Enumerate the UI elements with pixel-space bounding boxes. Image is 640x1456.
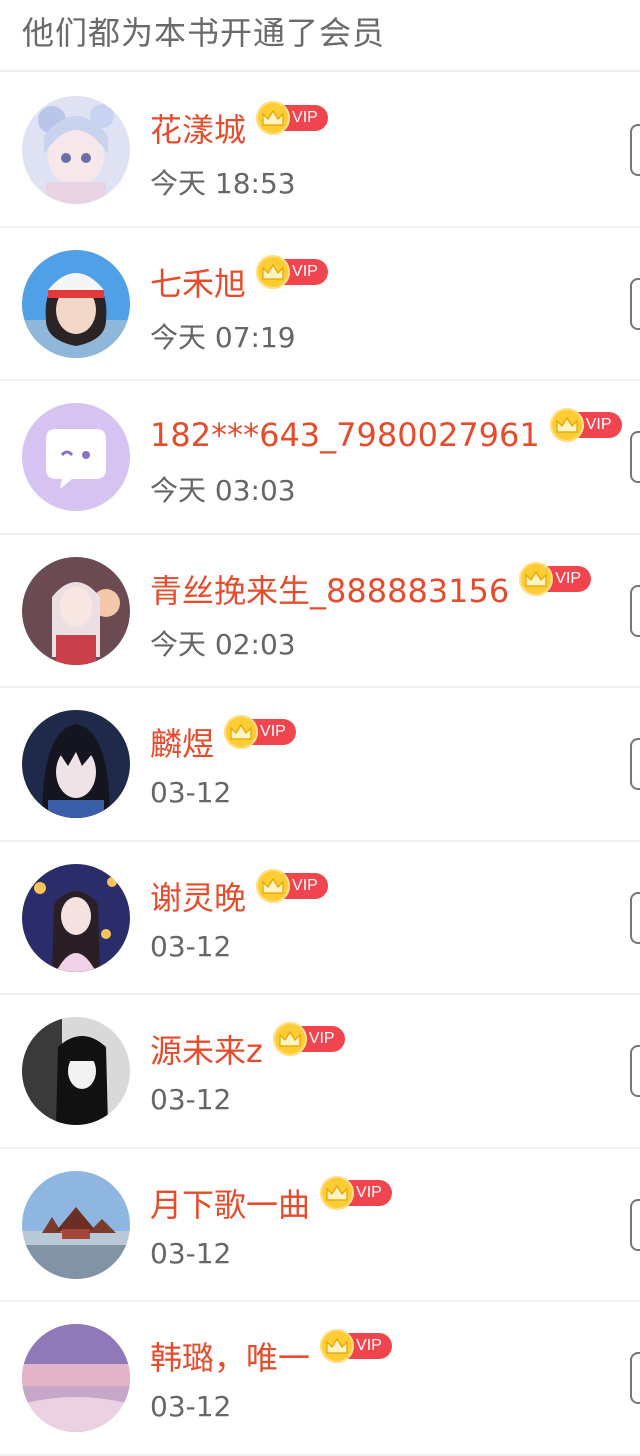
crown-icon xyxy=(272,1022,307,1056)
follow-button[interactable] xyxy=(630,584,640,637)
list-item[interactable]: 韩璐，唯一 VIP 03-12 xyxy=(0,1302,640,1456)
member-time: 03-12 xyxy=(150,1390,232,1423)
page-title: 他们都为本书开通了会员 xyxy=(22,14,386,52)
member-name[interactable]: 七禾旭 xyxy=(150,259,246,305)
crown-icon xyxy=(256,254,291,289)
crown-icon xyxy=(320,1175,355,1210)
member-name[interactable]: 谢灵晚 xyxy=(150,873,246,919)
vip-badge: VIP xyxy=(272,1022,345,1056)
crown-icon xyxy=(320,1329,355,1363)
avatar[interactable] xyxy=(22,863,130,972)
vip-badge: VIP xyxy=(320,1329,392,1363)
vip-badge: VIP xyxy=(256,868,328,903)
member-time: 今天 07:19 xyxy=(150,320,296,354)
follow-button[interactable] xyxy=(630,277,640,330)
avatar[interactable] xyxy=(22,1324,130,1432)
follow-button[interactable] xyxy=(630,1198,640,1251)
member-name[interactable]: 花漾城 xyxy=(150,105,246,151)
list-item[interactable]: 源未来z VIP 03-12 xyxy=(0,995,640,1149)
avatar[interactable] xyxy=(22,1017,130,1125)
member-list: 花漾城 VIP 今天 18:53 七禾旭 VIP 今天 07:19 182***… xyxy=(0,74,640,1456)
member-name[interactable]: 麟煜 xyxy=(150,719,214,765)
avatar[interactable] xyxy=(22,96,130,204)
member-time: 03-12 xyxy=(150,1236,232,1270)
list-item[interactable]: 月下歌一曲 VIP 03-12 xyxy=(0,1149,640,1302)
list-item[interactable]: 麟煜 VIP 03-12 xyxy=(0,688,640,842)
member-name[interactable]: 韩璐，唯一 xyxy=(150,1333,310,1379)
vip-badge: VIP xyxy=(519,561,592,596)
crown-icon xyxy=(256,868,291,903)
avatar[interactable] xyxy=(22,556,130,665)
follow-button[interactable] xyxy=(630,891,640,944)
follow-button[interactable] xyxy=(630,431,640,483)
crown-icon xyxy=(549,408,584,442)
follow-button[interactable] xyxy=(630,738,640,790)
avatar[interactable] xyxy=(22,710,130,818)
follow-button[interactable] xyxy=(630,124,640,176)
member-time: 今天 02:03 xyxy=(150,627,296,661)
follow-button[interactable] xyxy=(630,1352,640,1404)
crown-icon xyxy=(224,715,259,749)
list-item[interactable]: 谢灵晚 VIP 03-12 xyxy=(0,842,640,995)
member-time: 今天 03:03 xyxy=(150,474,296,507)
member-name[interactable]: 月下歌一曲 xyxy=(150,1180,310,1226)
avatar[interactable] xyxy=(22,1170,130,1279)
vip-badge: VIP xyxy=(256,101,328,135)
list-item[interactable]: 182***643_7980027961 VIP 今天 03:03 xyxy=(0,381,640,535)
vip-badge: VIP xyxy=(224,715,296,749)
member-time: 03-12 xyxy=(150,929,232,963)
follow-button[interactable] xyxy=(630,1045,640,1097)
vip-badge: VIP xyxy=(256,254,328,289)
member-time: 03-12 xyxy=(150,1083,232,1116)
member-time: 今天 18:53 xyxy=(150,167,296,200)
crown-icon xyxy=(256,101,291,135)
vip-badge: VIP xyxy=(320,1175,392,1210)
list-item[interactable]: 花漾城 VIP 今天 18:53 xyxy=(0,74,640,228)
page-header: 他们都为本书开通了会员 xyxy=(0,0,640,72)
vip-badge: VIP xyxy=(549,408,622,442)
member-name[interactable]: 青丝挽来生_888883156 xyxy=(150,566,509,612)
avatar[interactable] xyxy=(22,249,130,358)
avatar[interactable] xyxy=(22,403,130,511)
member-time: 03-12 xyxy=(150,776,232,809)
member-name[interactable]: 源未来z xyxy=(150,1026,263,1072)
list-item[interactable]: 青丝挽来生_888883156 VIP 今天 02:03 xyxy=(0,535,640,688)
member-name[interactable]: 182***643_7980027961 xyxy=(150,416,540,454)
list-item[interactable]: 七禾旭 VIP 今天 07:19 xyxy=(0,228,640,381)
crown-icon xyxy=(519,561,554,596)
